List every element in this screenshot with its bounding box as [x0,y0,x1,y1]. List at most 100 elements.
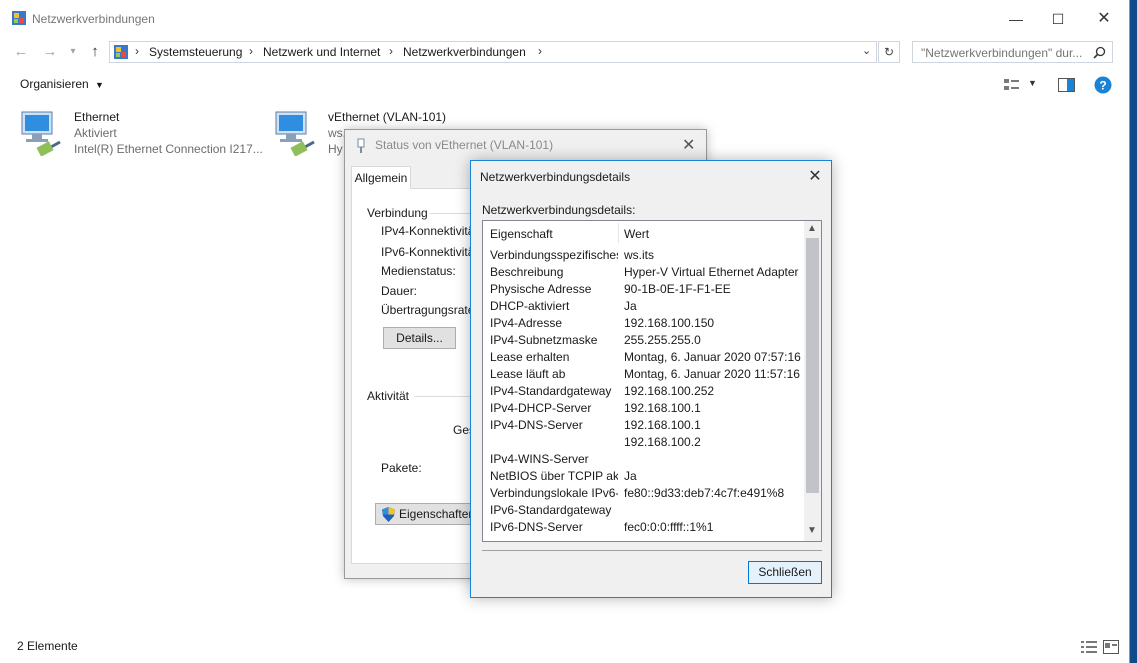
close-dialog-button[interactable]: Schließen [748,561,822,584]
refresh-icon[interactable]: ↻ [878,41,900,63]
address-row: ← → ▾ ↑ › Systemsteuerung › Netzwerk und… [0,38,1130,68]
connection-name: vEthernet (VLAN-101) [328,110,447,124]
up-icon[interactable]: ↑ [86,42,104,62]
table-row[interactable]: DHCP-aktiviert Ja [483,298,803,315]
command-bar: Organisieren ▼ ▼ ? [0,70,1130,100]
search-icon[interactable] [1093,46,1106,59]
table-row[interactable]: Verbindungslokale IPv6-... fe80::9d33:deb… [483,485,803,502]
table-row[interactable]: IPv6-Standardgateway [483,502,803,519]
column-divider[interactable] [618,223,619,243]
group-connection: Verbindung [367,206,428,220]
search-input[interactable] [919,44,1091,62]
table-row[interactable]: 192.168.100.2 [483,434,803,451]
list-header: Eigenschaft Wert [483,221,803,245]
row-property: IPv6-Standardgateway [490,503,612,517]
table-row[interactable]: IPv4-DHCP-Server 192.168.100.1 [483,400,803,417]
row-value: ws.its [624,248,654,262]
minimize-button[interactable]: — [1006,10,1026,28]
help-icon[interactable]: ? [1094,76,1112,94]
back-icon[interactable]: ← [12,42,30,62]
window-title: Netzwerkverbindungen [32,12,155,26]
network-adapter-icon [275,111,315,156]
list-item-ethernet[interactable]: Ethernet Aktiviert Intel(R) Ethernet Con… [20,108,270,164]
breadcrumb-separator-icon: › [538,44,542,58]
breadcrumb-netzwerk[interactable]: Netzwerk und Internet [263,45,380,59]
scroll-thumb[interactable] [806,238,819,493]
row-value: 192.168.100.1 [624,418,701,432]
table-row[interactable]: IPv4-WINS-Server [483,451,803,468]
title-bar: Netzwerkverbindungen — ☐ ✕ [0,0,1130,38]
details-view-icon[interactable] [1081,640,1097,654]
row-property: Verbindungslokale IPv6-... [490,486,618,500]
details-listview[interactable]: Eigenschaft Wert Verbindungsspezifisches… [482,220,822,542]
row-property: IPv4-Standardgateway [490,384,612,398]
row-value: 192.168.100.252 [624,384,715,398]
table-row[interactable]: Physische Adresse 90-1B-0E-1F-F1-EE [483,281,803,298]
uac-shield-icon [382,507,395,522]
row-property: IPv4-Adresse [490,316,563,330]
column-header-value[interactable]: Wert [624,227,649,241]
row-value: 90-1B-0E-1F-F1-EE [624,282,731,296]
row-property: IPv4-DHCP-Server [490,401,592,415]
row-value: 192.168.100.1 [624,401,701,415]
network-adapter-icon [21,111,61,156]
preview-pane-icon[interactable] [1058,78,1075,92]
row-value: Ja [624,299,637,313]
breadcrumb-separator-icon: › [135,44,139,58]
view-dropdown-icon[interactable]: ▼ [1028,78,1037,88]
view-options-icon[interactable] [1004,78,1020,92]
row-property: Physische Adresse [490,282,592,296]
properties-label: Eigenschaften [399,507,476,521]
address-dropdown-icon[interactable]: ⌄ [862,44,871,57]
search-box[interactable] [912,41,1113,63]
maximize-button[interactable]: ☐ [1048,10,1068,28]
row-value: 255.255.255.0 [624,333,701,347]
network-plug-icon [357,138,365,153]
row-value: Montag, 6. Januar 2020 07:57:16 [624,350,801,364]
table-row[interactable]: NetBIOS über TCPIP ak... Ja [483,468,803,485]
tab-general[interactable]: Allgemein [351,166,411,189]
scroll-up-icon[interactable]: ▲ [807,223,817,234]
table-row[interactable]: Beschreibung Hyper-V Virtual Ethernet Ada… [483,264,803,281]
divider [482,550,822,551]
connection-name: Ethernet [74,110,120,124]
network-connections-icon [12,11,26,25]
table-row[interactable]: IPv6-DNS-Server fec0:0:0:ffff::1%1 [483,519,803,536]
close-icon[interactable]: ✕ [682,135,695,155]
row-property: Beschreibung [490,265,564,279]
table-row[interactable]: IPv4-Standardgateway 192.168.100.252 [483,383,803,400]
address-bar[interactable]: › Systemsteuerung › Netzwerk und Interne… [109,41,877,63]
organize-label: Organisieren [20,77,89,91]
large-icons-view-icon[interactable] [1103,640,1119,654]
column-header-property[interactable]: Eigenschaft [490,227,553,241]
properties-button[interactable]: Eigenschaften [375,503,475,525]
table-row[interactable]: IPv4-Subnetzmaske 255.255.255.0 [483,332,803,349]
close-icon[interactable]: ✕ [805,167,825,187]
control-panel-icon [114,45,128,59]
row-property: Lease läuft ab [490,367,566,381]
label-duration: Dauer: [381,284,418,298]
list-rows: Verbindungsspezifisches... ws.its Beschrei… [483,247,803,536]
row-property: NetBIOS über TCPIP ak... [490,469,618,483]
organize-button[interactable]: Organisieren ▼ [20,77,104,91]
recent-dropdown-icon[interactable]: ▾ [64,42,82,62]
label-speed: Übertragungsrate: [381,303,478,317]
close-button[interactable]: ✕ [1094,10,1114,28]
scroll-down-icon[interactable]: ▼ [807,525,817,536]
vertical-scrollbar[interactable]: ▲ ▼ [804,221,821,541]
table-row[interactable]: IPv4-Adresse 192.168.100.150 [483,315,803,332]
breadcrumb-separator-icon: › [249,44,253,58]
forward-icon[interactable]: → [41,42,59,62]
breadcrumb-netzwerkverbindungen[interactable]: Netzwerkverbindungen [403,45,526,59]
table-row[interactable]: Lease läuft ab Montag, 6. Januar 2020 11:… [483,366,803,383]
group-activity: Aktivität [367,389,410,403]
table-row[interactable]: Verbindungsspezifisches... ws.its [483,247,803,264]
list-label: Netzwerkverbindungsdetails: [482,203,636,217]
details-button[interactable]: Details... [383,327,456,349]
label-media: Medienstatus: [381,264,456,278]
table-row[interactable]: IPv4-DNS-Server 192.168.100.1 [483,417,803,434]
row-property: Verbindungsspezifisches... [490,248,618,262]
row-property: IPv6-DNS-Server [490,520,583,534]
table-row[interactable]: Lease erhalten Montag, 6. Januar 2020 07:… [483,349,803,366]
breadcrumb-systemsteuerung[interactable]: Systemsteuerung [149,45,242,59]
